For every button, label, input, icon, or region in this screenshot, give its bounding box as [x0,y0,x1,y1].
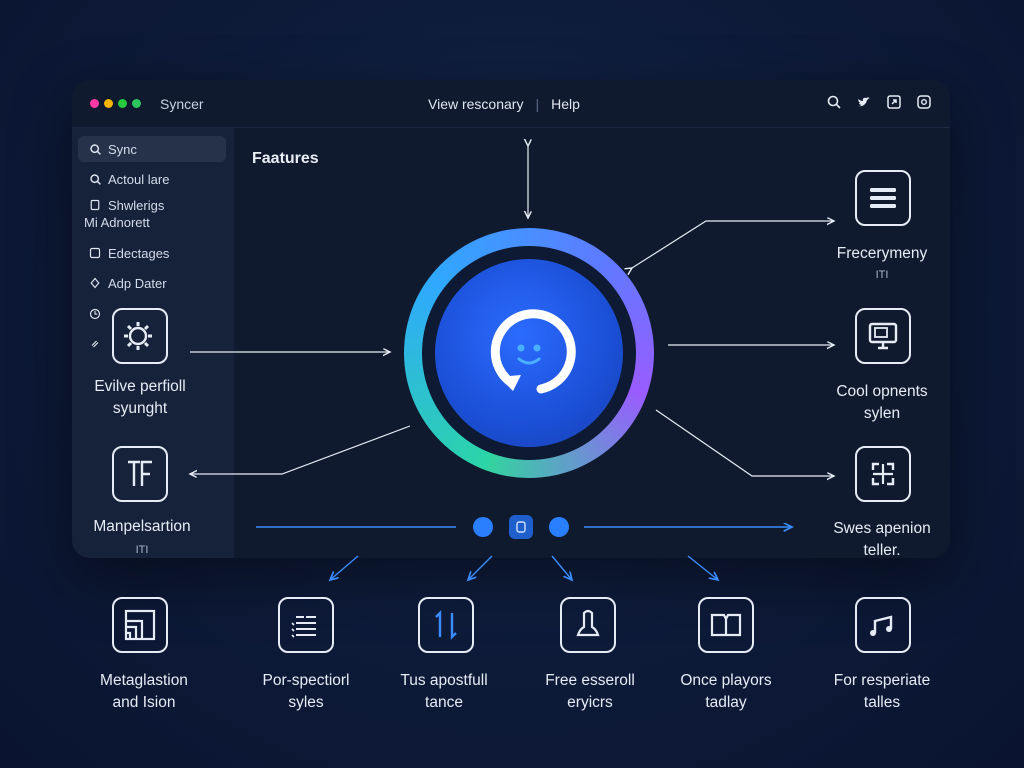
search-icon [88,172,102,186]
menu-separator: | [535,96,540,112]
sidebar-item-label: Edectages [108,245,170,261]
feature-label-line2: eryicrs [567,694,613,711]
feature-checklist-tile[interactable] [278,597,334,653]
arrows-icon [435,610,457,640]
feature-gear-label: Evilve perfioll syunght [72,376,208,420]
feature-grid-label: Swes apenion teller. [812,518,952,562]
feature-person-tile[interactable] [560,597,616,653]
window-controls [90,99,141,108]
feature-music-tile[interactable] [855,597,911,653]
feature-label-line2: syles [288,694,324,711]
share-icon[interactable] [886,94,902,110]
phone-icon [516,521,526,533]
layers-icon [124,609,156,641]
window-dot-1[interactable] [90,99,99,108]
sidebar-item-adp-dater[interactable]: Adp Dater [78,270,226,296]
feature-label-line1: Swes apenion [833,520,931,537]
feature-music-label: For resperiate talles [812,670,952,714]
feature-arrows-label: Tus apostfull tance [376,670,512,714]
sidebar-item-edectages[interactable]: Edectages [78,240,226,266]
feature-label-line2: tance [425,694,463,711]
window-dot-3[interactable] [118,99,127,108]
feature-label-line1: Once playors [680,672,772,689]
link-icon [88,337,102,351]
sidebar-item-actoul[interactable]: Actoul lare [78,166,226,192]
sidebar-item-sync[interactable]: Sync [78,136,226,162]
window-dot-4[interactable] [132,99,141,108]
toolbar-icons [826,94,932,110]
app-title: Syncer [160,96,204,112]
sync-smile-icon [490,309,576,394]
feature-list-label: Frecerymeny [836,245,928,262]
sidebar-item-label: Shwlerigs [108,197,165,213]
plugin-icon [88,276,102,290]
feature-monitor-tile[interactable] [855,308,911,364]
pagination-dot-active[interactable] [509,515,533,539]
feature-monitor-label: Cool opnents sylen [812,381,952,425]
music-icon [870,615,893,636]
checklist-icon [291,616,316,638]
section-title: Faatures [252,150,319,167]
feature-list-sublabel: ITI [875,269,889,281]
grid-icon [871,462,895,486]
feature-label-line1: Cool opnents [836,383,928,400]
feature-layers-label: Metaglastion and Ision [76,670,212,714]
feature-label-line2: talles [863,694,901,711]
sidebar-item-label: Sync [108,141,137,157]
menu-view[interactable]: View resconary [428,96,523,112]
tf-icon [128,460,152,486]
feature-gear-tile[interactable] [112,308,168,364]
feature-label-line1: Por-spectiorl [262,672,350,689]
feature-label-line1: Metaglastion [100,672,188,689]
book-icon [710,613,742,637]
settings-icon[interactable] [916,94,932,110]
pagination-dot-1[interactable] [473,517,493,537]
feature-layers-tile[interactable] [112,597,168,653]
clock-icon [88,307,102,321]
person-icon [576,609,600,637]
feature-label-line1: Free esseroll [545,672,635,689]
feature-label-line1: Tus apostfull [400,672,488,689]
feature-label-line2: sylen [863,405,901,422]
sidebar-item-label: Mi Adnorett [84,214,150,230]
monitor-icon [868,322,898,350]
sidebar-item-adnorett[interactable]: Mi Adnorett [78,212,226,232]
menu-help[interactable]: Help [551,96,580,112]
list-icon [870,188,896,208]
feature-person-label: Free esseroll eryicrs [520,670,660,714]
feature-label-line2: teller. [863,542,901,559]
sidebar-item-label: Adp Dater [108,275,167,291]
window-dot-2[interactable] [104,99,113,108]
feature-arrows-tile[interactable] [418,597,474,653]
feature-label-line2: and Ision [112,694,176,711]
twitter-icon[interactable] [856,94,872,110]
top-menu: View resconary | Help [428,96,580,112]
feature-book-label: Once playors tadlay [656,670,796,714]
search-icon [88,142,102,156]
sync-hub[interactable] [404,228,654,478]
feature-label-line2: tadlay [705,694,747,711]
hub-inner-ring [422,246,636,460]
sidebar-item-label: Actoul lare [108,171,170,187]
feature-label-line1: For resperiate [833,672,931,689]
feature-label-line2: syunght [112,400,168,417]
document-icon [88,198,102,212]
edit-icon [88,246,102,260]
pagination-dot-3[interactable] [549,517,569,537]
hub-core [435,259,623,447]
feature-checklist-label: Por-spectiorl syles [238,670,374,714]
feature-label-line1: Evilve perfioll [94,378,186,395]
gear-icon [124,322,152,350]
feature-tf-tile[interactable] [112,446,168,502]
title-bar: Syncer View resconary | Help [72,80,950,128]
feature-tf-label: Manpelsartion [93,518,191,535]
feature-grid-tile[interactable] [855,446,911,502]
feature-book-tile[interactable] [698,597,754,653]
search-icon[interactable] [826,94,842,110]
feature-tf-sublabel: ITI [135,544,149,556]
feature-list-tile[interactable] [855,170,911,226]
